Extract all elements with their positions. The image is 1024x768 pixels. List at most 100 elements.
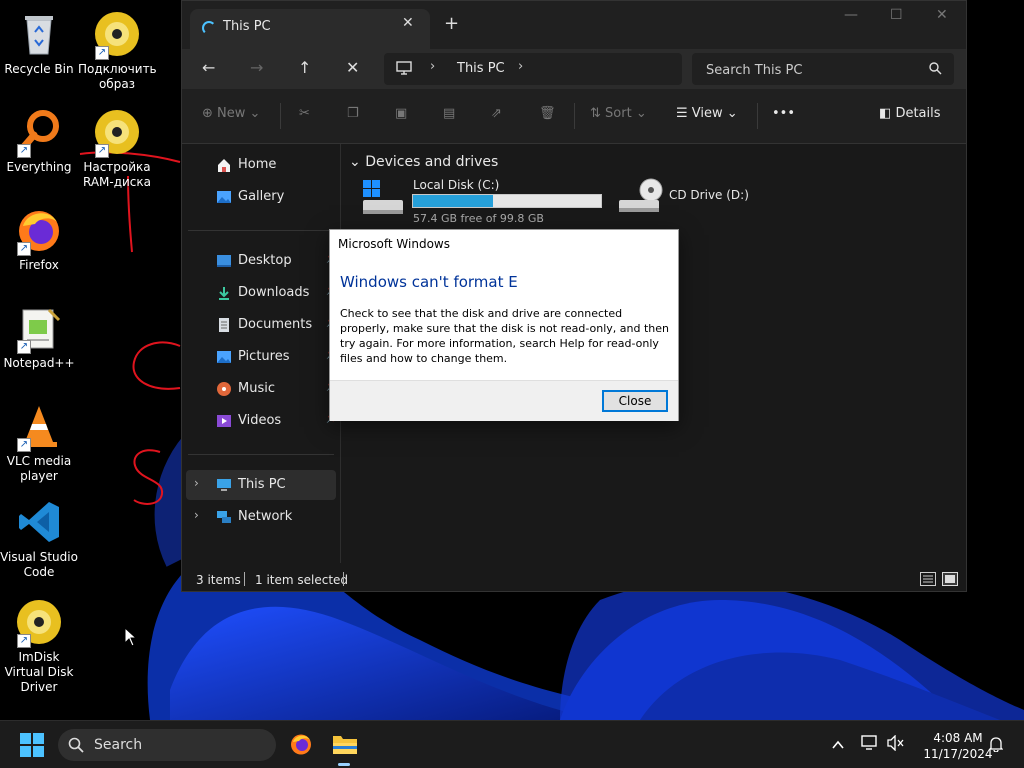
sidebar-item-this-pc[interactable]: › This PC	[186, 470, 336, 500]
taskbar-clock[interactable]: 4:08 AM 11/17/2024	[916, 730, 1000, 762]
sort-button[interactable]: ⇅ Sort ⌄	[590, 106, 647, 121]
chevron-right-icon[interactable]: ›	[194, 508, 199, 522]
drive-name: CD Drive (D:)	[669, 188, 749, 202]
drive-cd-d[interactable]: CD Drive (D:)	[617, 178, 757, 222]
desktop-icon-everything[interactable]: ↗ Everything	[0, 108, 78, 175]
taskbar-firefox-icon[interactable]	[289, 732, 313, 760]
mouse-cursor-icon	[124, 627, 138, 647]
tiles-view-icon[interactable]	[942, 572, 958, 589]
cut-icon[interactable]: ✂	[299, 106, 310, 121]
search-input[interactable]	[704, 59, 918, 81]
recycle-bin-icon	[15, 10, 63, 58]
status-divider	[244, 572, 245, 586]
details-pane-icon: ◧	[879, 106, 892, 121]
back-arrow-icon[interactable]: ←	[202, 58, 215, 77]
navigation-bar: ← → ↑ ✕ › This PC ›	[182, 49, 966, 89]
sidebar-item-music[interactable]: Music 📌	[186, 374, 338, 404]
chevron-right-icon[interactable]: ›	[430, 59, 435, 74]
sidebar-item-desktop[interactable]: Desktop 📌	[186, 246, 338, 276]
volume-muted-icon[interactable]	[887, 734, 905, 755]
monitor-icon	[216, 477, 232, 493]
stop-loading-icon[interactable]: ✕	[346, 58, 359, 77]
desktop-icon-notepad-plus-plus[interactable]: ↗ Notepad++	[0, 304, 78, 371]
network-status-icon[interactable]	[861, 735, 879, 755]
home-icon	[216, 157, 232, 173]
firefox-icon: ↗	[15, 206, 63, 256]
sidebar-item-downloads[interactable]: Downloads 📌	[186, 278, 338, 308]
monitor-icon	[396, 61, 412, 79]
network-icon	[216, 509, 232, 525]
desktop-icon-imdisk[interactable]: ↗ ImDisk Virtual Disk Driver	[0, 598, 78, 695]
sidebar-item-network[interactable]: › Network	[186, 502, 336, 532]
delete-icon[interactable]: 🗑	[539, 106, 556, 121]
drive-name: Local Disk (C:)	[413, 178, 500, 192]
sidebar-item-gallery[interactable]: Gallery	[186, 182, 336, 212]
sidebar-item-documents[interactable]: Documents 📌	[186, 310, 338, 340]
sidebar-item-home[interactable]: Home	[186, 150, 336, 180]
address-bar[interactable]: › This PC ›	[384, 53, 682, 85]
search-icon[interactable]	[929, 62, 942, 79]
drive-usage-bar	[412, 194, 602, 208]
tab-title: This PC	[223, 19, 271, 34]
group-header-devices-and-drives[interactable]: ⌄ Devices and drives	[349, 154, 498, 170]
sidebar-item-pictures[interactable]: Pictures 📌	[186, 342, 338, 372]
status-selection: 1 item selected	[255, 573, 349, 587]
breadcrumb-this-pc[interactable]: This PC	[457, 61, 505, 76]
toolbar-divider	[574, 103, 575, 129]
forward-arrow-icon[interactable]: →	[250, 58, 263, 77]
sidebar-item-label: This PC	[238, 477, 286, 492]
maximize-icon[interactable]: ☐	[890, 7, 903, 23]
share-icon[interactable]: ⇗	[491, 106, 502, 121]
tab-this-pc[interactable]: This PC ✕	[190, 9, 430, 49]
details-button[interactable]: ◧ Details	[879, 106, 941, 121]
view-label: View	[691, 106, 723, 121]
taskbar-search[interactable]: Search	[58, 729, 276, 761]
sidebar-item-label: Pictures	[238, 349, 290, 364]
desktop-icon-label: Recycle Bin	[4, 62, 74, 76]
more-options-icon[interactable]: •••	[772, 106, 795, 121]
windows-start-icon[interactable]	[20, 733, 44, 761]
desktop-icon-vlc[interactable]: ↗ VLC media player	[0, 402, 78, 484]
paste-icon[interactable]: ▣	[395, 106, 407, 121]
loading-spinner-icon	[202, 21, 216, 35]
desktop-icon-ram-disk-settings[interactable]: ↗ Настройка RAM-диска	[78, 108, 156, 190]
desktop-icon-label: Visual Studio Code	[0, 550, 78, 579]
notification-bell-icon[interactable]	[988, 736, 1004, 756]
dialog-heading: Windows can't format E	[340, 273, 518, 291]
close-button[interactable]: Close	[602, 390, 668, 412]
toolbar-divider	[757, 103, 758, 129]
gallery-icon	[216, 189, 232, 205]
view-button[interactable]: ☰ View ⌄	[676, 106, 738, 121]
status-divider	[343, 572, 344, 586]
sidebar-item-label: Desktop	[238, 253, 292, 268]
chevron-up-icon[interactable]	[832, 735, 844, 754]
up-arrow-icon[interactable]: ↑	[298, 58, 311, 77]
sidebar-item-label: Home	[238, 157, 277, 172]
desktop-icon-firefox[interactable]: ↗ Firefox	[0, 206, 78, 273]
picture-icon	[216, 349, 232, 365]
drive-local-disk-c[interactable]: Local Disk (C:) 57.4 GB free of 99.8 GB	[361, 178, 605, 226]
new-tab-icon[interactable]: +	[444, 13, 459, 34]
new-button[interactable]: ⊕ New ⌄	[202, 106, 260, 121]
details-view-icon[interactable]	[920, 572, 936, 589]
sidebar-item-label: Videos	[238, 413, 282, 428]
group-header-label: Devices and drives	[365, 154, 499, 170]
desktop-icon-mount-image[interactable]: ↗ Подключить образ	[78, 10, 157, 92]
taskbar-file-explorer-icon[interactable]	[332, 732, 358, 760]
shortcut-arrow-icon: ↗	[17, 144, 31, 158]
chevron-right-icon[interactable]: ›	[518, 59, 523, 74]
sidebar-item-videos[interactable]: Videos 📌	[186, 406, 338, 436]
tab-close-icon[interactable]: ✕	[402, 15, 414, 31]
local-disk-icon	[361, 180, 405, 222]
copy-icon[interactable]: ❐	[347, 106, 359, 121]
chevron-down-icon: ⌄	[726, 106, 738, 121]
desktop-icon-label: Everything	[6, 160, 72, 174]
disc-shortcut-icon: ↗	[93, 10, 141, 60]
chevron-right-icon[interactable]: ›	[194, 476, 199, 490]
desktop-icon-recycle-bin[interactable]: Recycle Bin	[0, 10, 78, 77]
desktop-icon-vscode[interactable]: Visual Studio Code	[0, 498, 78, 580]
search-box[interactable]	[692, 53, 954, 85]
rename-icon[interactable]: ▤	[443, 106, 455, 121]
minimize-icon[interactable]: —	[844, 7, 858, 23]
close-window-icon[interactable]: ✕	[936, 7, 948, 23]
